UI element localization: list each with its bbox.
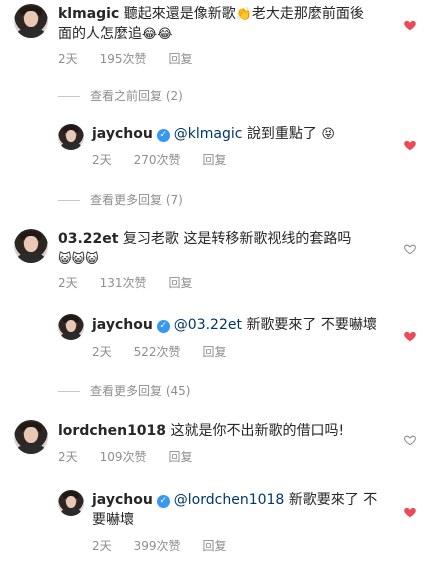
reply-time: 2天	[92, 153, 112, 167]
reply-button[interactable]: 回复	[169, 276, 193, 290]
comment-text: 03.22et 复习老歌 这是转移新歌视线的套路吗	[58, 231, 352, 247]
view-more-replies[interactable]: 查看更多回复 (45)	[58, 382, 190, 399]
mention-link[interactable]: @03.22et	[174, 317, 242, 333]
avatar[interactable]	[14, 229, 48, 263]
comment-meta: 2天 195次赞 回复	[58, 50, 215, 67]
avatar[interactable]	[14, 420, 48, 454]
reply-text: jaychou ✓ @klmagic 說到重點了 😝	[92, 126, 335, 142]
heart-outline-icon[interactable]	[403, 242, 417, 256]
comment-meta: 2天 131次赞 回复	[58, 274, 215, 291]
verified-badge-icon: ✓	[156, 495, 170, 508]
comment-emoji-line: 😺😺😺	[58, 252, 99, 267]
avatar[interactable]	[58, 490, 84, 516]
mention-link[interactable]: @lordchen1018	[174, 492, 285, 508]
reply-username[interactable]: jaychou	[92, 492, 153, 508]
comment-time: 2天	[58, 276, 78, 290]
likes-count[interactable]: 109次赞	[100, 450, 147, 464]
heart-icon[interactable]	[403, 329, 417, 343]
reply-button[interactable]: 回复	[169, 52, 193, 66]
reply-meta: 2天 270次赞 回复	[92, 151, 249, 168]
heart-icon[interactable]	[403, 138, 417, 152]
reply-button[interactable]: 回复	[169, 450, 193, 464]
reply-username[interactable]: jaychou	[92, 126, 153, 142]
reply-text: jaychou ✓ @lordchen1018 新歌要來了 不	[92, 492, 378, 508]
reply-text: jaychou ✓ @03.22et 新歌要來了 不要嚇壞	[92, 317, 377, 333]
reply-button[interactable]: 回复	[203, 345, 227, 359]
comment-username[interactable]: klmagic	[58, 6, 119, 22]
divider	[58, 96, 80, 97]
likes-count[interactable]: 399次赞	[134, 539, 181, 553]
divider	[58, 391, 80, 392]
divider	[58, 200, 80, 201]
view-previous-replies[interactable]: 查看之前回复 (2)	[58, 87, 183, 104]
reply-text-line2: 要嚇壞	[92, 512, 134, 528]
comment-username[interactable]: lordchen1018	[58, 423, 166, 439]
avatar[interactable]	[58, 314, 84, 340]
comment-meta: 2天 109次赞 回复	[58, 448, 215, 465]
reply-button[interactable]: 回复	[203, 153, 227, 167]
comment-text-line2: 面的人怎麼追😂😂	[58, 26, 173, 42]
reply-username[interactable]: jaychou	[92, 317, 153, 333]
avatar[interactable]	[58, 124, 84, 150]
comment-text: klmagic 聽起來還是像新歌👏老大走那麼前面後	[58, 6, 364, 22]
reply-meta: 2天 399次赞 回复	[92, 537, 249, 554]
likes-count[interactable]: 270次赞	[134, 153, 181, 167]
likes-count[interactable]: 131次赞	[100, 276, 147, 290]
likes-count[interactable]: 522次赞	[134, 345, 181, 359]
comment-time: 2天	[58, 52, 78, 66]
mention-link[interactable]: @klmagic	[174, 126, 243, 142]
comment-text: lordchen1018 这就是你不出新歌的借口吗!	[58, 423, 345, 439]
likes-count[interactable]: 195次赞	[100, 52, 147, 66]
heart-icon[interactable]	[403, 505, 417, 519]
verified-badge-icon: ✓	[156, 320, 170, 333]
comment-username[interactable]: 03.22et	[58, 231, 118, 247]
heart-outline-icon[interactable]	[403, 433, 417, 447]
reply-meta: 2天 522次赞 回复	[92, 343, 249, 360]
reply-time: 2天	[92, 345, 112, 359]
avatar[interactable]	[14, 4, 48, 38]
verified-badge-icon: ✓	[156, 129, 170, 142]
view-more-replies[interactable]: 查看更多回复 (7)	[58, 191, 183, 208]
reply-time: 2天	[92, 539, 112, 553]
comment-time: 2天	[58, 450, 78, 464]
heart-icon[interactable]	[403, 18, 417, 32]
reply-button[interactable]: 回复	[203, 539, 227, 553]
